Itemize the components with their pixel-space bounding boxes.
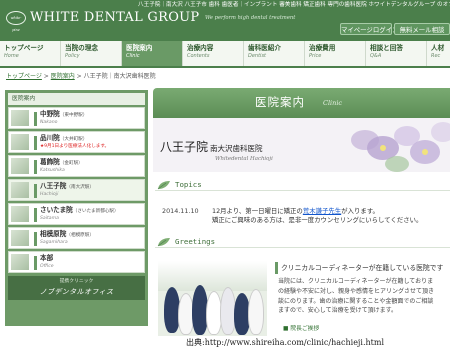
breadcrumb-home-link[interactable]: トップページ <box>6 73 42 80</box>
clinic-name-en: Office <box>40 264 54 269</box>
breadcrumb-clinic-link[interactable]: 医院案内 <box>51 73 75 80</box>
clinic-name-en: Sagamihara <box>40 240 68 245</box>
logo-tagline: We perform high dental treatment <box>205 15 296 21</box>
check-marker <box>34 256 37 270</box>
nav-dentist[interactable]: 歯科医紹介 Dentist <box>244 41 305 66</box>
page-title: 医院案内 <box>255 95 305 109</box>
page-title-en: Clinic <box>323 99 343 107</box>
clinic-thumbnail <box>11 134 29 150</box>
clinic-name-en: Saitama <box>40 216 59 221</box>
clinic-thumbnail <box>11 110 29 126</box>
global-nav: トップページ Home 当院の理念 Policy 医院案内 Clinic 治療内容 Co… <box>0 41 450 68</box>
nav-sub: Clinic <box>126 53 140 59</box>
site-header: 八王子院｜南大沢 八王子市 歯科 歯医者｜インプラント 審美歯科 矯正歯科 専門… <box>0 0 450 41</box>
news-text: 12月より、第一日曜日に矯正の荒木謙子先生が入ります。 <box>212 207 379 215</box>
nav-label: 治療内容 <box>187 44 214 52</box>
clinic-name-en: Katsushika <box>40 168 65 173</box>
nav-sub: Price <box>309 53 322 59</box>
partner-clinic-banner[interactable]: 提携クリニック ノブデンタルオフィス <box>8 276 145 300</box>
sidebar-item-katsushika[interactable]: 葛飾院（金町駅） Katsushika <box>8 155 145 177</box>
check-marker <box>34 232 37 246</box>
nav-qa[interactable]: 相談と回答 Q&A <box>366 41 427 66</box>
clinic-title: 八王子院 南大沢歯科医院 <box>160 140 263 154</box>
free-mail-consult-button[interactable]: 無料メール相談 <box>394 23 450 35</box>
news-date: 2014.11.10 <box>162 207 199 215</box>
nav-sub: Home <box>4 53 19 59</box>
breadcrumb-separator: > <box>41 73 51 80</box>
greetings-body: 当院には、クリニカルコーディネーターが在籍しておりま の経験や不安に対し、親身や… <box>278 278 435 315</box>
source-credit: 出典:http://www.shireiha.com/clinic/hachie… <box>186 336 450 350</box>
nav-home[interactable]: トップページ Home <box>0 41 61 66</box>
staff-photo <box>158 261 267 336</box>
clinic-name-en: Hachioji <box>40 192 59 197</box>
sidebar-item-hachioji[interactable]: 八王子院（南大沢駅） Hachioji <box>8 179 145 201</box>
greetings-label: Greetings <box>175 237 216 246</box>
nav-sub: Contents <box>187 53 210 59</box>
nav-label: 治療費用 <box>309 44 336 52</box>
sidebar-item-shinagawa[interactable]: 品川院（大井町駅） ★9月1日より医療法人化します。 <box>8 131 145 153</box>
director-greeting-link[interactable]: ■ 院長ご挨拶 <box>283 325 319 333</box>
nav-policy[interactable]: 当院の理念 Policy <box>61 41 122 66</box>
partner-label: 提携クリニック <box>59 279 94 284</box>
check-marker <box>34 112 37 126</box>
check-marker <box>34 184 37 198</box>
nav-label: トップページ <box>4 44 44 52</box>
breadcrumb-current: 八王子院｜南大沢歯科医院 <box>83 73 156 80</box>
breadcrumb-separator: > <box>74 73 84 80</box>
nav-label: 相談と回答 <box>370 44 403 52</box>
clinic-thumbnail <box>11 182 29 198</box>
leaf-icon <box>157 238 170 247</box>
nav-sub: Dentist <box>248 53 267 59</box>
leaf-icon <box>157 181 170 190</box>
check-marker <box>34 208 37 222</box>
nav-price[interactable]: 治療費用 Price <box>305 41 366 66</box>
doctor-link[interactable]: 荒木謙子先生 <box>303 207 341 215</box>
clinic-thumbnail <box>11 254 29 270</box>
nav-sub: Q&A <box>370 53 382 59</box>
clinic-thumbnail <box>11 206 29 222</box>
clinic-thumbnail <box>11 230 29 246</box>
sidebar-item-saitama[interactable]: さいたま院（さいたま新都心駅） Saitama <box>8 203 145 225</box>
sidebar-item-office[interactable]: 本部 Office <box>8 251 145 273</box>
mypage-login-button[interactable]: マイページログイン <box>340 23 398 35</box>
sidebar-item-nakano[interactable]: 中野院（東中野駅） Nakano <box>8 107 145 129</box>
nav-clinic[interactable]: 医院案内 Clinic <box>122 41 183 66</box>
clinic-notice: ★9月1日より医療法人化します。 <box>40 144 110 149</box>
sidebar: 医院案内 中野院（東中野駅） Nakano 品川院（大井町駅） ★9月1日より医… <box>5 90 148 326</box>
nav-label: 人材 <box>431 44 445 52</box>
nav-label: 歯科医紹介 <box>248 44 281 52</box>
check-marker <box>34 160 37 174</box>
flower-decoration <box>351 122 450 172</box>
clinic-title-en: Whitedental Hachioji <box>215 156 273 162</box>
topics-section-header: Topics <box>155 179 450 191</box>
site-logo[interactable]: WHITE DENTAL GROUP <box>30 10 199 26</box>
greetings-heading: クリニカルコーディネーターが在籍している医院です <box>275 262 450 274</box>
greetings-section-header: Greetings <box>155 236 450 248</box>
breadcrumb: トップページ > 医院案内 > 八王子院｜南大沢歯科医院 <box>6 72 156 82</box>
nav-label: 当院の理念 <box>65 44 98 52</box>
nav-contents[interactable]: 治療内容 Contents <box>183 41 244 66</box>
news-text-line2: 矯正にご興味のある方は、是非一度カウンセリングにいらしてください。 <box>212 216 423 224</box>
clinic-thumbnail <box>11 158 29 174</box>
clinic-name-en: Nakano <box>40 120 58 125</box>
sidebar-heading: 医院案内 <box>8 93 145 105</box>
nav-label: 医院案内 <box>126 44 153 52</box>
sidebar-item-sagamihara[interactable]: 相模原院（相模原駅） Sagamihara <box>8 227 145 249</box>
nav-sub: Rec <box>431 53 441 59</box>
nav-sub: Policy <box>65 53 80 59</box>
partner-name: ノブデンタルオフィス <box>39 288 114 296</box>
nav-recruit[interactable]: 人材 Rec <box>427 41 450 66</box>
logo-badge-icon[interactable]: white-pine <box>6 11 26 32</box>
topics-label: Topics <box>175 180 202 189</box>
check-marker <box>34 136 37 150</box>
